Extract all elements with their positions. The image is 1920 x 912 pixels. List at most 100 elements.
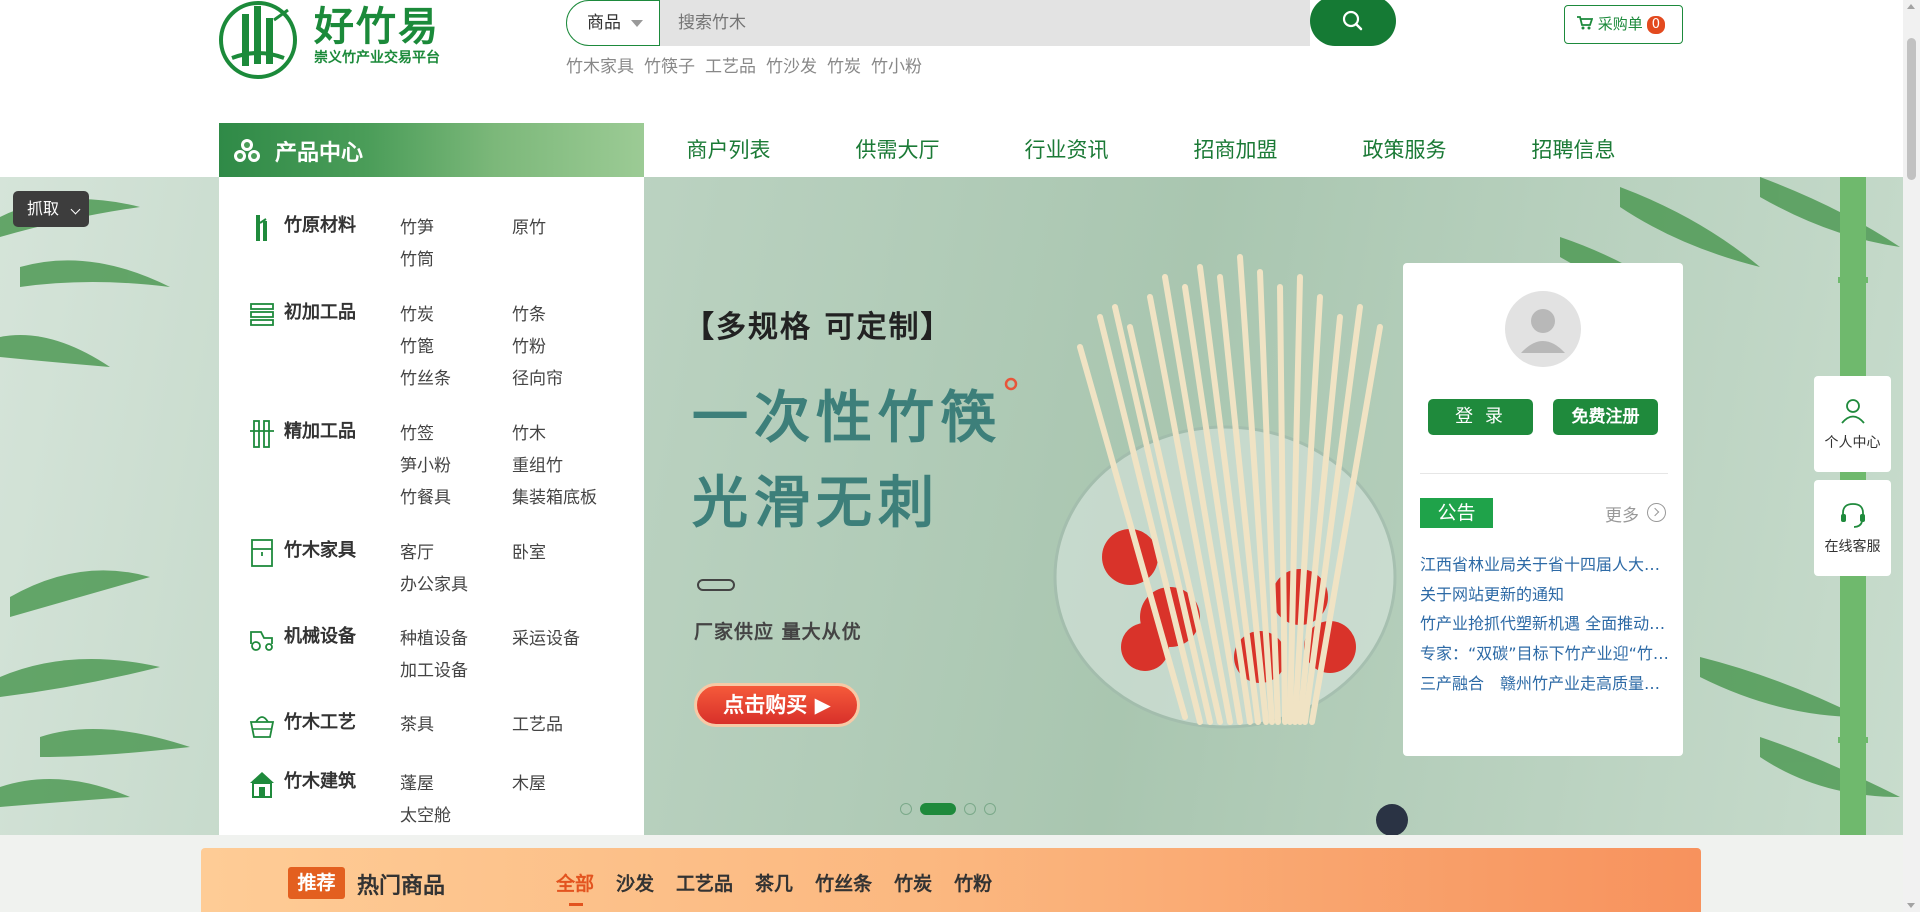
hot-word[interactable]: 竹木家具	[566, 52, 634, 77]
nav-merchants[interactable]: 商户列表	[644, 123, 813, 177]
category-name: 机械设备	[284, 626, 356, 647]
carousel-dot-active[interactable]	[920, 803, 956, 815]
online-service-label: 在线客服	[1824, 539, 1881, 555]
search-category-label: 商品	[587, 13, 621, 33]
subcategory-link[interactable]: 笋小粉	[400, 451, 451, 476]
subcategory-link[interactable]: 原竹	[512, 213, 546, 238]
chevron-right-circle-icon[interactable]	[1647, 503, 1666, 522]
subcategory-link[interactable]: 竹丝条	[400, 364, 451, 389]
search-icon	[1342, 10, 1363, 31]
subcategory-link[interactable]: 太空舱	[400, 801, 451, 826]
register-button[interactable]: 免费注册	[1553, 399, 1658, 435]
notice-list: 江西省林业局关于省十四届人大二次会议第178号代表建议的答复 关于网站更新的通知…	[1420, 550, 1670, 699]
cubes-icon	[234, 139, 260, 162]
notice-badge: 公告	[1420, 498, 1493, 528]
carousel-dot[interactable]	[984, 803, 996, 815]
chevron-down-icon	[70, 204, 81, 215]
subcategory-link[interactable]: 工艺品	[512, 710, 563, 735]
nav-jobs[interactable]: 招聘信息	[1489, 123, 1658, 177]
notice-item[interactable]: 江西省林业局关于省十四届人大二次会议第178号代表建议的答复	[1420, 550, 1670, 580]
login-card: 登 录 免费注册 公告 更多 江西省林业局关于省十四届人大二次会议第178号代表…	[1403, 263, 1683, 756]
banner-headline-2: 光滑无刺	[692, 471, 940, 536]
subcategory-link[interactable]: 竹篦	[400, 332, 434, 357]
search-category-select[interactable]: 商品	[566, 0, 660, 46]
subcategory-link[interactable]: 竹筒	[400, 245, 434, 270]
subcategory-link[interactable]: 种植设备	[400, 624, 468, 649]
subcategory-link[interactable]: 竹木	[512, 419, 546, 444]
nav-franchise[interactable]: 招商加盟	[1151, 123, 1320, 177]
login-button[interactable]: 登 录	[1428, 399, 1533, 435]
hot-word[interactable]: 竹沙发	[766, 52, 817, 77]
hot-word[interactable]: 竹炭	[827, 52, 861, 77]
subcategory-link[interactable]: 卧室	[512, 538, 546, 563]
carousel-dot[interactable]	[900, 803, 912, 815]
category-menu: 竹原材料 竹笋 原竹 竹筒 初加工品 竹炭 竹条 竹篦 竹粉 竹丝条 径向帘 精…	[219, 177, 644, 835]
subcategory-link[interactable]: 加工设备	[400, 656, 468, 681]
subcategory-link[interactable]: 径向帘	[512, 364, 563, 389]
subcategory-link[interactable]: 竹笋	[400, 213, 434, 238]
subcategory-link[interactable]: 办公家具	[400, 570, 468, 595]
category-name: 初加工品	[284, 302, 356, 323]
subcategory-link[interactable]: 重组竹	[512, 451, 563, 476]
scroll-up-icon[interactable]	[1907, 4, 1915, 9]
hot-word[interactable]: 竹筷子	[644, 52, 695, 77]
subcategory-link[interactable]: 采运设备	[512, 624, 580, 649]
site-logo[interactable]: 好竹易 崇义竹产业交易平台	[218, 0, 448, 80]
notice-item[interactable]: 专家：“双碳”目标下竹产业迎“竹”机遇	[1420, 639, 1670, 669]
subcategory-link[interactable]: 竹餐具	[400, 483, 451, 508]
subcategory-link[interactable]: 竹签	[400, 419, 434, 444]
scroll-down-icon[interactable]	[1907, 903, 1915, 908]
tab-bamboo-strips[interactable]: 竹丝条	[815, 869, 872, 896]
avatar	[1505, 291, 1581, 367]
subcategory-link[interactable]: 竹炭	[400, 300, 434, 325]
search-button[interactable]	[1310, 0, 1396, 46]
scroll-thumb[interactable]	[1907, 38, 1916, 180]
nav-supply-demand[interactable]: 供需大厅	[813, 123, 982, 177]
house-icon	[250, 772, 274, 798]
subcategory-link[interactable]: 茶具	[400, 710, 434, 735]
tab-tea-table[interactable]: 茶几	[755, 869, 793, 896]
carousel-dots	[900, 803, 996, 815]
personal-center-button[interactable]: 个人中心	[1814, 376, 1891, 472]
nav-industry-news[interactable]: 行业资讯	[982, 123, 1151, 177]
grab-label: 抓取	[27, 199, 60, 218]
search-input[interactable]	[660, 0, 1310, 46]
carousel-dot[interactable]	[964, 803, 976, 815]
logo-subtitle: 崇义竹产业交易平台	[314, 50, 440, 66]
subcategory-link[interactable]: 客厅	[400, 538, 434, 563]
tab-all[interactable]: 全部	[556, 869, 594, 906]
nav-policy[interactable]: 政策服务	[1320, 123, 1489, 177]
purchase-list-button[interactable]: 采购单 0	[1564, 5, 1683, 44]
subcategory-link[interactable]: 竹条	[512, 300, 546, 325]
tab-powder[interactable]: 竹粉	[954, 869, 992, 896]
notice-item[interactable]: 关于网站更新的通知	[1420, 580, 1670, 610]
category-name: 竹原材料	[284, 215, 356, 236]
cabinet-icon	[251, 539, 273, 567]
buy-now-button[interactable]: 点击购买 ▶	[694, 683, 860, 727]
subcategory-link[interactable]: 木屋	[512, 769, 546, 794]
product-center-header[interactable]: 产品中心	[219, 123, 644, 177]
hot-word[interactable]: 竹小粉	[871, 52, 922, 77]
more-link[interactable]: 更多	[1605, 501, 1639, 526]
subcategory-link[interactable]: 蓬屋	[400, 769, 434, 794]
category-name: 精加工品	[284, 421, 356, 442]
category-name: 竹木工艺	[284, 712, 356, 733]
tab-crafts[interactable]: 工艺品	[676, 869, 733, 896]
user-avatar-icon	[1521, 309, 1565, 353]
vertical-scrollbar[interactable]	[1903, 0, 1920, 912]
search-bar: 商品	[566, 0, 1396, 46]
notice-item[interactable]: 竹产业抢抓代塑新机遇 全面推动绿色发展	[1420, 609, 1670, 639]
subcategory-link[interactable]: 竹粉	[512, 332, 546, 357]
online-service-button[interactable]: 在线客服	[1814, 480, 1891, 576]
product-center-title: 产品中心	[275, 141, 364, 166]
hot-word[interactable]: 工艺品	[705, 52, 756, 77]
hot-products-bar: 推荐 热门商品 全部 沙发 工艺品 茶几 竹丝条 竹炭 竹粉	[201, 848, 1701, 912]
tab-charcoal[interactable]: 竹炭	[894, 869, 932, 896]
tab-sofa[interactable]: 沙发	[616, 869, 654, 896]
grab-button[interactable]: 抓取	[13, 191, 89, 227]
personal-center-label: 个人中心	[1824, 435, 1881, 451]
bamboo-shoot-icon	[256, 215, 267, 241]
subcategory-link[interactable]: 集装箱底板	[512, 483, 597, 508]
hot-products-title: 热门商品	[357, 874, 446, 899]
notice-item[interactable]: 三产融合 赣州竹产业走高质量发展之路	[1420, 669, 1670, 699]
